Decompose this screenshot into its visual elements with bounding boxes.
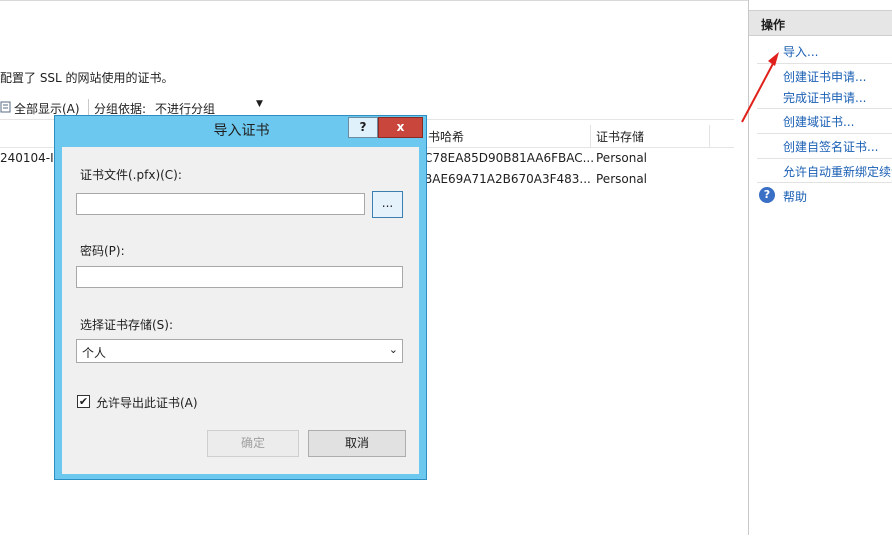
annotation-arrow-icon bbox=[741, 52, 779, 123]
